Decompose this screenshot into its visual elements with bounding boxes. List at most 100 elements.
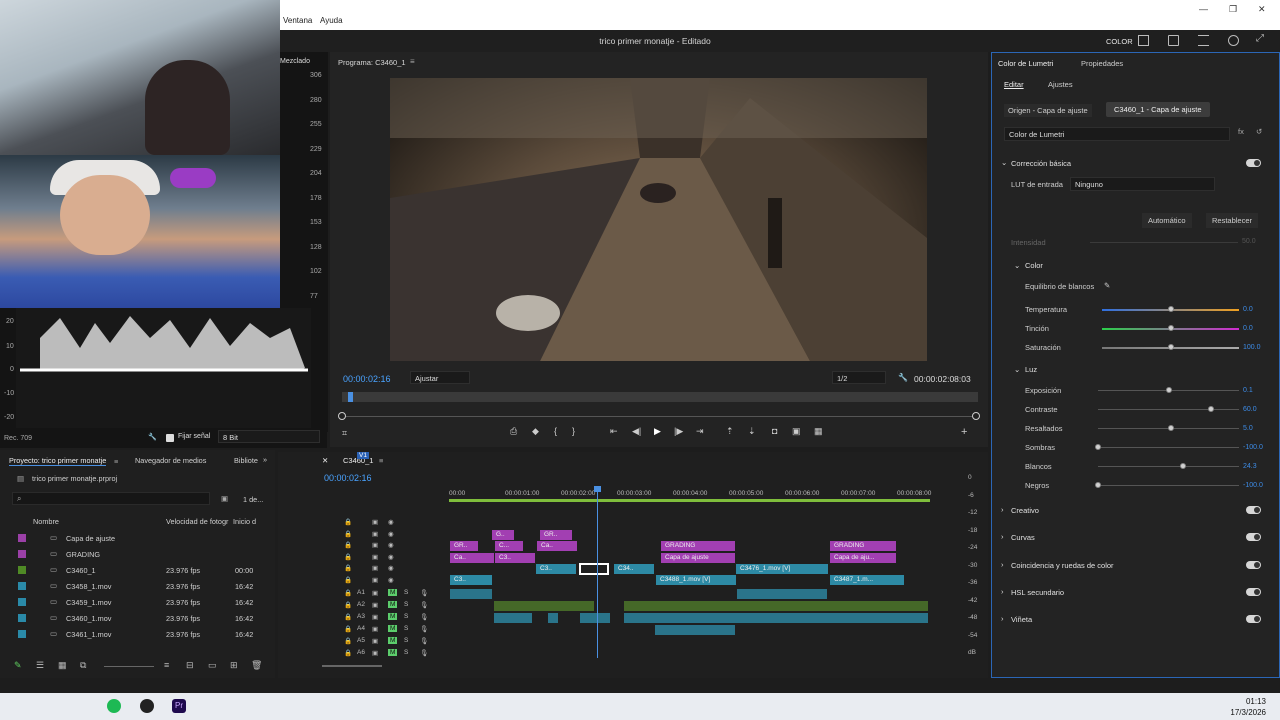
playhead-indicator[interactable] xyxy=(348,392,353,402)
section-toggle[interactable] xyxy=(1246,506,1261,514)
audio-track-label[interactable]: A1 xyxy=(357,589,365,596)
section-toggle[interactable] xyxy=(1246,533,1261,542)
spotify-icon[interactable] xyxy=(107,699,121,713)
light-slider-value[interactable]: 0.1 xyxy=(1243,387,1253,394)
timeline-clip[interactable]: C34.. xyxy=(614,564,654,574)
solo-button[interactable]: S xyxy=(404,625,408,632)
slider-knob[interactable] xyxy=(1167,325,1174,331)
zoom-handle-left[interactable] xyxy=(338,412,346,420)
audio-track-label[interactable]: A5 xyxy=(357,637,365,644)
export-icon[interactable] xyxy=(1168,35,1179,46)
timeline-clip[interactable]: Ca.. xyxy=(537,541,577,551)
light-slider-value[interactable]: 5.0 xyxy=(1243,425,1253,432)
fit-dropdown[interactable]: Ajustar xyxy=(410,371,470,384)
settings-wrench-icon[interactable]: 🔧 xyxy=(898,373,908,382)
tab-media-browser[interactable]: Navegador de medios xyxy=(135,456,206,465)
section-chevron-icon[interactable]: › xyxy=(1001,532,1004,541)
col-fps[interactable]: Velocidad de fotogr xyxy=(166,517,228,526)
section-toggle[interactable] xyxy=(1246,615,1261,624)
audio-track-label[interactable]: A4 xyxy=(357,625,365,632)
section-header[interactable]: Coincidencia y ruedas de color xyxy=(1011,561,1114,570)
fullscreen-icon[interactable]: ⤢ xyxy=(1256,33,1267,44)
menu-ayuda[interactable]: Ayuda xyxy=(320,16,343,25)
program-scrub-bar[interactable] xyxy=(342,392,978,402)
tab-lumetri[interactable]: Color de Lumetri xyxy=(998,59,1053,68)
slider-knob[interactable] xyxy=(1167,306,1174,312)
find-icon[interactable]: ▭ xyxy=(208,660,217,671)
step-forward-icon[interactable]: |▶ xyxy=(674,426,683,437)
minimize-icon[interactable]: — xyxy=(1199,4,1208,14)
track-sync-icon[interactable]: ▣ xyxy=(372,601,378,609)
pencil-icon[interactable]: ✎ xyxy=(14,660,22,671)
mic-icon[interactable]: 🎙 xyxy=(420,589,428,597)
label-color-swatch[interactable] xyxy=(18,598,26,606)
timeline-clip[interactable]: C3476_1.mov [V] xyxy=(736,564,828,574)
close-icon[interactable]: ✕ xyxy=(1258,4,1266,15)
mark-in-icon[interactable]: { xyxy=(554,426,557,436)
slider-knob[interactable] xyxy=(1207,406,1214,412)
basic-correction-header[interactable]: Corrección básica xyxy=(1011,159,1071,168)
eye-icon[interactable]: ◉ xyxy=(388,541,394,549)
audio-clip[interactable] xyxy=(494,613,532,623)
project-item-name[interactable]: C3458_1.mov xyxy=(66,582,111,591)
eye-icon[interactable]: ◉ xyxy=(388,553,394,561)
solo-button[interactable]: S xyxy=(404,637,408,644)
video-track-label[interactable]: V1 xyxy=(357,452,369,459)
selected-clip-outline[interactable] xyxy=(579,563,609,575)
project-item-name[interactable]: Capa de ajuste xyxy=(66,534,115,543)
audio-clip[interactable] xyxy=(624,601,928,611)
mute-button[interactable]: M xyxy=(388,649,398,656)
light-slider[interactable] xyxy=(1098,485,1239,486)
bitdepth-dropdown[interactable]: 8 Bit xyxy=(218,430,320,443)
mute-button[interactable]: M xyxy=(388,601,398,608)
project-item-name[interactable]: C3461_1.mov xyxy=(66,630,111,639)
track-lock-icon[interactable]: 🔒 xyxy=(344,625,352,633)
audio-track-label[interactable]: A6 xyxy=(357,649,365,656)
workspace-label[interactable]: COLOR xyxy=(1106,37,1133,46)
slider-knob[interactable] xyxy=(1165,387,1172,393)
timeline-clip[interactable]: GRADING xyxy=(661,541,735,551)
timeline-clip[interactable]: C3.. xyxy=(536,564,576,574)
lift-icon[interactable]: ⇡ xyxy=(726,426,734,437)
timeline-clip[interactable]: C... xyxy=(495,541,523,551)
zoom-slider[interactable] xyxy=(104,666,154,667)
track-lock-icon[interactable]: 🔒 xyxy=(344,541,352,549)
basic-chevron-icon[interactable]: ⌄ xyxy=(1001,158,1007,167)
effect-dropdown[interactable]: Color de Lumetri xyxy=(1004,127,1230,141)
solo-button[interactable]: S xyxy=(404,649,408,656)
timeline-clip[interactable]: Ca.. xyxy=(450,553,494,563)
tab-library[interactable]: Bibliote xyxy=(234,456,258,465)
safe-margins-icon[interactable]: ⌗ xyxy=(342,428,347,439)
extract-icon[interactable]: ⇣ xyxy=(748,426,756,437)
timeline-clip[interactable]: GR.. xyxy=(450,541,478,551)
close-sequence-icon[interactable]: ✕ xyxy=(322,456,328,465)
audio-clip[interactable] xyxy=(737,589,827,599)
light-slider[interactable] xyxy=(1098,466,1239,467)
section-header[interactable]: Curvas xyxy=(1011,533,1035,542)
light-slider[interactable] xyxy=(1098,447,1239,448)
section-chevron-icon[interactable]: › xyxy=(1001,505,1004,514)
step-back-icon[interactable]: ◀| xyxy=(632,426,641,437)
timeline-playhead[interactable] xyxy=(597,488,598,658)
workspace-icon[interactable] xyxy=(1138,35,1149,46)
add-button-icon[interactable]: + xyxy=(961,426,967,438)
playhead-handle[interactable] xyxy=(594,486,601,492)
mic-icon[interactable]: 🎙 xyxy=(420,613,428,621)
auto-button[interactable]: Automático xyxy=(1142,213,1192,228)
overlay-icon[interactable]: ▦ xyxy=(814,426,823,437)
basic-correction-toggle[interactable] xyxy=(1246,159,1261,167)
audio-clip[interactable] xyxy=(548,613,558,623)
label-color-swatch[interactable] xyxy=(18,614,26,622)
menu-ventana[interactable]: Ventana xyxy=(283,16,312,25)
color-chevron-icon[interactable]: ⌄ xyxy=(1014,261,1020,270)
section-chevron-icon[interactable]: › xyxy=(1001,587,1004,596)
more-tabs-icon[interactable]: » xyxy=(263,455,267,464)
section-chevron-icon[interactable]: › xyxy=(1001,614,1004,623)
export-frame-icon[interactable]: ⎙ xyxy=(510,426,517,437)
mute-button[interactable]: M xyxy=(388,625,398,632)
solo-button[interactable]: S xyxy=(404,613,408,620)
mic-icon[interactable]: 🎙 xyxy=(420,637,428,645)
timeline-clip[interactable]: C3.. xyxy=(495,553,535,563)
light-slider[interactable] xyxy=(1098,409,1239,410)
fx-icon[interactable]: fx xyxy=(1238,127,1244,136)
